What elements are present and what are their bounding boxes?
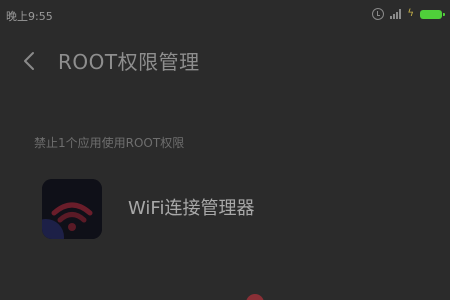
root-permission-screen: 晚上9:55 ϟ ROOT权限管理 禁止1个应用使用ROOT权限 WiFi连接管… bbox=[0, 0, 450, 300]
signal-icon bbox=[390, 9, 402, 19]
wifi-app-icon bbox=[42, 179, 102, 239]
app-name: WiFi连接管理器 bbox=[128, 198, 255, 219]
app-list-item[interactable]: WiFi连接管理器 bbox=[0, 172, 450, 244]
chevron-left-icon[interactable] bbox=[20, 50, 40, 72]
section-label: 禁止1个应用使用ROOT权限 bbox=[34, 136, 185, 150]
status-icons: ϟ bbox=[372, 7, 445, 21]
battery-icon bbox=[420, 9, 445, 19]
bottom-action-indicator bbox=[246, 294, 264, 300]
header: ROOT权限管理 bbox=[0, 40, 450, 84]
alarm-icon bbox=[372, 8, 385, 20]
charging-icon: ϟ bbox=[407, 8, 414, 19]
page-title: ROOT权限管理 bbox=[58, 50, 200, 74]
status-bar: 晚上9:55 ϟ bbox=[0, 0, 450, 28]
status-time: 晚上9:55 bbox=[6, 10, 53, 23]
